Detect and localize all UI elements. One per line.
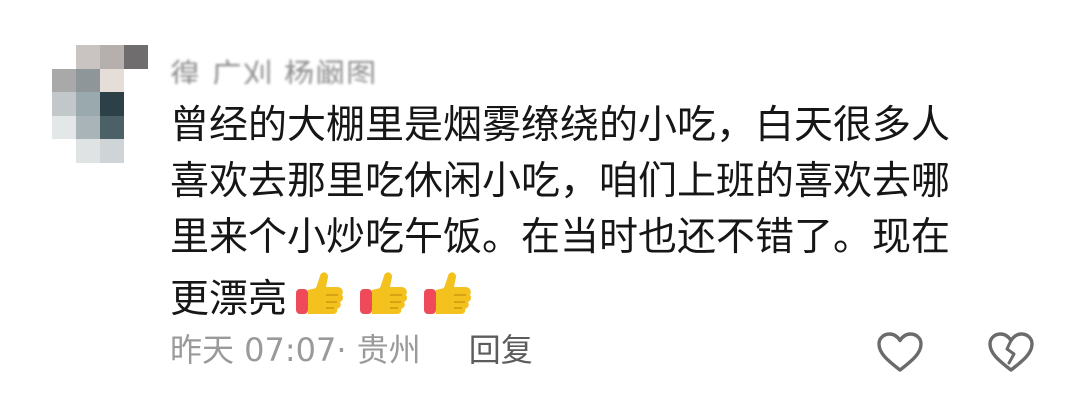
comment-line-last: 更漂亮 xyxy=(170,266,1050,322)
comment-line: 喜欢去那里吃休闲小吃，咱们上班的喜欢去哪 xyxy=(170,159,951,204)
comment-line: 里来个小炒吃午饭。在当时也还不错了。现在 xyxy=(170,215,951,260)
username[interactable]: 徨 广刈 杨阚图 xyxy=(170,58,377,84)
timestamp-location: 昨天 07:07· 贵州 xyxy=(170,331,421,369)
comment-text: 曾经的大棚里是烟雾缭绕的小吃，白天很多人 喜欢去那里吃休闲小吃，咱们上班的喜欢去… xyxy=(170,98,1050,322)
broken-heart-outline-icon[interactable] xyxy=(986,330,1036,374)
avatar[interactable] xyxy=(52,45,148,163)
heart-outline-icon[interactable] xyxy=(875,330,925,374)
reply-button[interactable]: 回复 xyxy=(469,331,533,369)
comment-line: 曾经的大棚里是烟雾缭绕的小吃，白天很多人 xyxy=(170,103,951,148)
emoji-row xyxy=(293,266,485,318)
thumbs-up-icon xyxy=(424,272,472,314)
thumbs-up-icon xyxy=(296,272,344,314)
comment-line-text: 更漂亮 xyxy=(170,277,288,322)
thumbs-up-icon xyxy=(360,272,408,314)
comment-meta: 昨天 07:07· 贵州 回复 xyxy=(170,326,533,374)
